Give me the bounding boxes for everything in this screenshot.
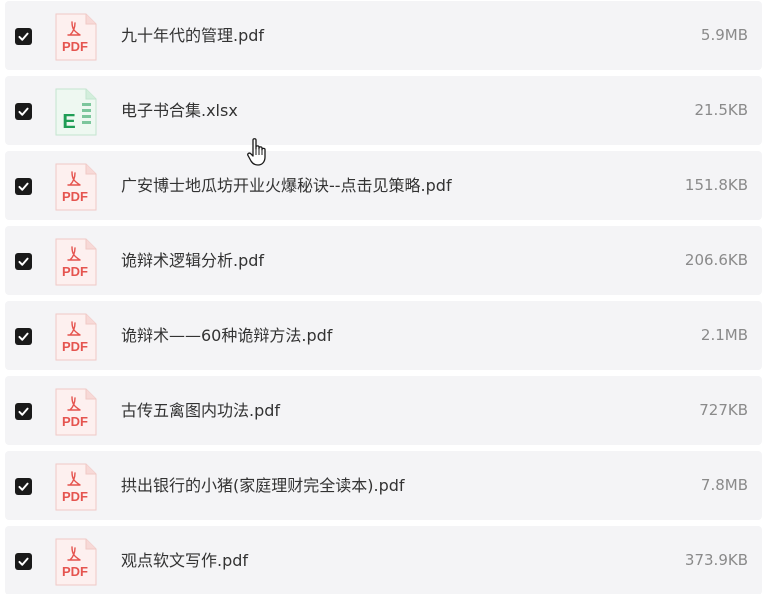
- file-row[interactable]: PDF 诡辩术——60种诡辩方法.pdf 2.1MB: [5, 301, 762, 370]
- file-checkbox[interactable]: [15, 478, 32, 495]
- file-name: 电子书合集.xlsx: [121, 101, 238, 120]
- check-icon: [18, 257, 29, 266]
- file-row[interactable]: PDF 拱出银行的小猪(家庭理财完全读本).pdf 7.8MB: [5, 451, 762, 520]
- pdf-label: PDF: [62, 39, 88, 54]
- check-icon: [18, 557, 29, 566]
- file-size: 373.9KB: [684, 551, 748, 569]
- pdf-label: PDF: [62, 564, 88, 579]
- file-row[interactable]: E 电子书合集.xlsx 21.5KB: [5, 76, 762, 145]
- pdf-label: PDF: [62, 339, 88, 354]
- excel-label: E: [62, 111, 75, 133]
- hand-pointer-icon: [247, 138, 266, 166]
- file-name: 九十年代的管理.pdf: [121, 26, 265, 45]
- file-name: 诡辩术——60种诡辩方法.pdf: [121, 326, 333, 345]
- file-name: 观点软文写作.pdf: [121, 551, 249, 570]
- file-checkbox[interactable]: [15, 28, 32, 45]
- check-icon: [18, 482, 29, 491]
- file-size: 21.5KB: [694, 101, 748, 119]
- file-row[interactable]: PDF 观点软文写作.pdf 373.9KB: [5, 526, 762, 594]
- pdf-file-icon: PDF: [55, 538, 97, 586]
- pdf-label: PDF: [62, 489, 88, 504]
- file-checkbox[interactable]: [15, 328, 32, 345]
- check-icon: [18, 32, 29, 41]
- file-checkbox[interactable]: [15, 178, 32, 195]
- pdf-file-icon: PDF: [55, 388, 97, 436]
- file-row[interactable]: PDF 广安博士地瓜坊开业火爆秘诀--点击见策略.pdf 151.8KB: [5, 151, 762, 220]
- file-name: 诡辩术逻辑分析.pdf: [121, 251, 265, 270]
- file-row[interactable]: PDF 古传五禽图内功法.pdf 727KB: [5, 376, 762, 445]
- file-size: 151.8KB: [684, 176, 748, 194]
- file-list: PDF 九十年代的管理.pdf 5.9MB E 电子书合集.xlsx 21.5K…: [0, 0, 762, 594]
- pdf-file-icon: PDF: [55, 313, 97, 361]
- pdf-label: PDF: [62, 414, 88, 429]
- pdf-label: PDF: [62, 264, 88, 279]
- file-checkbox[interactable]: [15, 403, 32, 420]
- file-row[interactable]: PDF 九十年代的管理.pdf 5.9MB: [5, 1, 762, 70]
- pdf-file-icon: PDF: [55, 163, 97, 211]
- file-checkbox[interactable]: [15, 103, 32, 120]
- file-name: 古传五禽图内功法.pdf: [121, 401, 281, 420]
- pdf-label: PDF: [62, 189, 88, 204]
- file-size: 2.1MB: [700, 326, 748, 344]
- file-name: 拱出银行的小猪(家庭理财完全读本).pdf: [121, 476, 405, 495]
- file-checkbox[interactable]: [15, 253, 32, 270]
- file-row[interactable]: PDF 诡辩术逻辑分析.pdf 206.6KB: [5, 226, 762, 295]
- check-icon: [18, 332, 29, 341]
- file-name: 广安博士地瓜坊开业火爆秘诀--点击见策略.pdf: [121, 176, 452, 195]
- check-icon: [18, 182, 29, 191]
- excel-file-icon: E: [55, 88, 97, 136]
- pdf-file-icon: PDF: [55, 238, 97, 286]
- check-icon: [18, 107, 29, 116]
- check-icon: [18, 407, 29, 416]
- pdf-file-icon: PDF: [55, 463, 97, 511]
- file-size: 727KB: [699, 401, 748, 419]
- file-size: 206.6KB: [684, 251, 748, 269]
- pdf-file-icon: PDF: [55, 13, 97, 61]
- file-size: 5.9MB: [700, 26, 748, 44]
- file-size: 7.8MB: [700, 476, 748, 494]
- file-checkbox[interactable]: [15, 553, 32, 570]
